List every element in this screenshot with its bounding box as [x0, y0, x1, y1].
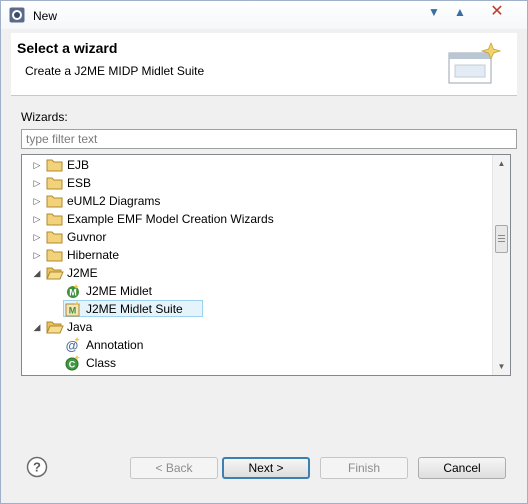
tree-item-j2me[interactable]: ◢ J2ME: [22, 264, 492, 282]
folder-icon: [46, 194, 64, 208]
svg-text:C: C: [69, 360, 76, 370]
title-bar: New ▼ ▲ ✕: [1, 1, 527, 29]
cancel-button[interactable]: Cancel: [418, 457, 506, 479]
tree-item-label: Java: [67, 320, 93, 334]
svg-text:M: M: [69, 306, 77, 316]
tree-item-example-emf-model-creation-wizards[interactable]: ▷ Example EMF Model Creation Wizards: [22, 210, 492, 228]
tree-item-label: J2ME: [67, 266, 98, 280]
next-button[interactable]: Next >: [222, 457, 310, 479]
tree-item-label: eUML2 Diagrams: [67, 194, 161, 208]
midlet-icon: M: [65, 283, 81, 299]
eclipse-app-icon: [9, 7, 25, 23]
expand-arrow-icon[interactable]: ▷: [32, 195, 42, 207]
tree-item-j2me-midlet-suite[interactable]: M J2ME Midlet Suite: [22, 300, 492, 318]
scroll-up-icon[interactable]: ▲: [493, 155, 510, 172]
tree-item-euml2-diagrams[interactable]: ▷ eUML2 Diagrams: [22, 192, 492, 210]
expand-arrow-icon[interactable]: ▷: [32, 177, 42, 189]
wizards-label: Wizards:: [21, 110, 68, 124]
folder-open-icon: [46, 266, 64, 280]
wizard-tree: ▷ EJB ▷ ESB ▷ eUML2 Diagrams ▷ Example EMF Mode…: [21, 154, 511, 376]
page-title: Select a wizard: [17, 40, 118, 56]
folder-icon: [46, 248, 64, 262]
tree-scrollbar[interactable]: ▲ ▼: [492, 155, 510, 375]
folder-icon: [46, 176, 64, 190]
window-title: New: [33, 9, 58, 23]
expand-arrow-icon[interactable]: ▷: [32, 249, 42, 261]
tree-item-label: J2ME Midlet: [86, 284, 153, 298]
tree-item-label: ESB: [67, 176, 92, 190]
expand-arrow-icon[interactable]: ▷: [32, 231, 42, 243]
back-button[interactable]: < Back: [130, 457, 218, 479]
wizard-banner-icon: [448, 41, 502, 84]
tree-item-guvnor[interactable]: ▷ Guvnor: [22, 228, 492, 246]
wizard-header: Select a wizard Create a J2ME MIDP Midle…: [11, 33, 517, 96]
filter-input[interactable]: [21, 129, 517, 149]
tree-item-hibernate[interactable]: ▷ Hibernate: [22, 246, 492, 264]
tree-item-label: Example EMF Model Creation Wizards: [67, 212, 274, 226]
tree-item-ejb[interactable]: ▷ EJB: [22, 156, 492, 174]
close-icon[interactable]: ✕: [487, 2, 507, 22]
folder-icon: [46, 230, 64, 244]
svg-text:?: ?: [33, 460, 41, 475]
svg-text:M: M: [69, 288, 77, 298]
scroll-thumb[interactable]: [495, 225, 508, 253]
tree-item-java[interactable]: ◢ Java: [22, 318, 492, 336]
collapse-arrow-icon[interactable]: ◢: [32, 321, 42, 333]
tree-item-class[interactable]: C Class: [22, 354, 492, 372]
help-icon[interactable]: ?: [26, 456, 48, 478]
tree-item-esb[interactable]: ▷ ESB: [22, 174, 492, 192]
tree-item-label: Class: [86, 356, 117, 370]
maximize-icon[interactable]: ▲: [447, 3, 473, 23]
folder-icon: [46, 158, 64, 172]
collapse-arrow-icon[interactable]: ◢: [32, 267, 42, 279]
folder-open-icon: [46, 320, 64, 334]
tree-item-label: Annotation: [86, 338, 144, 352]
expand-arrow-icon[interactable]: ▷: [32, 159, 42, 171]
finish-button[interactable]: Finish: [320, 457, 408, 479]
tree-item-label: EJB: [67, 158, 90, 172]
tree-item-annotation[interactable]: @ Annotation: [22, 336, 492, 354]
class-icon: C: [65, 355, 81, 371]
tree-item-j2me-midlet[interactable]: M J2ME Midlet: [22, 282, 492, 300]
tree-item-label: J2ME Midlet Suite: [86, 302, 183, 316]
scroll-down-icon[interactable]: ▼: [493, 358, 510, 375]
expand-arrow-icon[interactable]: ▷: [32, 213, 42, 225]
annotation-icon: @: [65, 337, 81, 353]
page-description: Create a J2ME MIDP Midlet Suite: [25, 64, 205, 78]
tree-item-label: Guvnor: [67, 230, 107, 244]
minimize-icon[interactable]: ▼: [421, 3, 447, 23]
tree-item-label: Hibernate: [67, 248, 120, 262]
new-wizard-dialog: New ▼ ▲ ✕ Select a wizard Create a J2ME …: [0, 0, 528, 504]
folder-icon: [46, 212, 64, 226]
midlet-suite-icon: M: [65, 301, 81, 317]
